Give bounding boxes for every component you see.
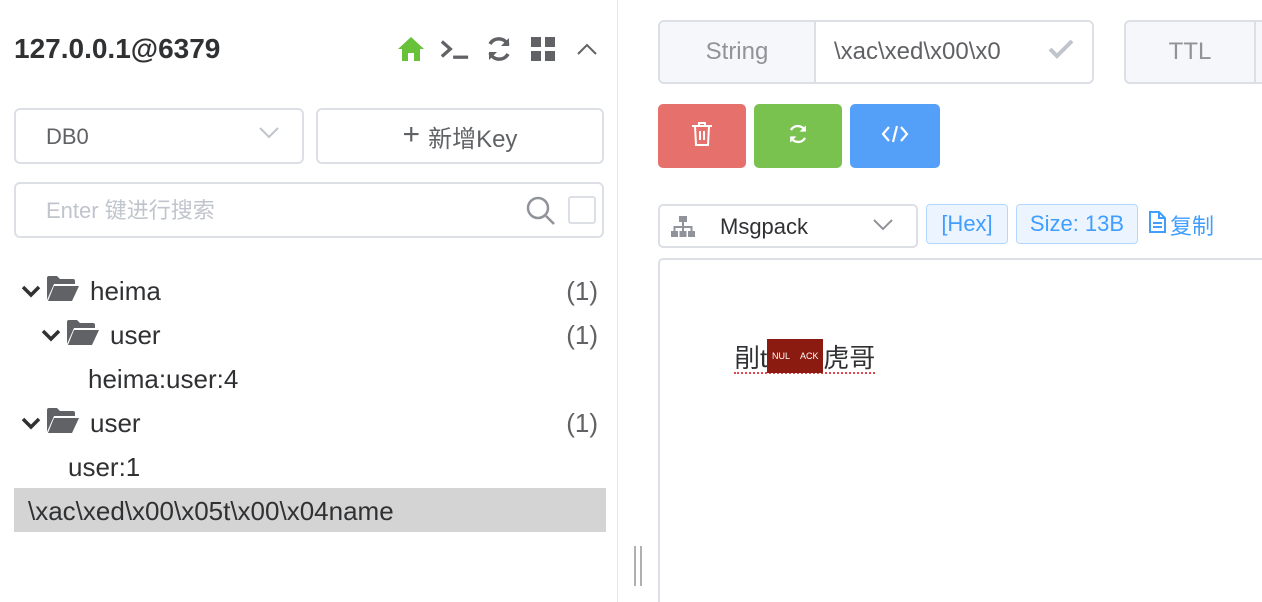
tree-label: heima:user:4 (88, 364, 239, 394)
chevron-up-icon[interactable] (572, 34, 602, 64)
chevron-down-icon[interactable] (20, 410, 42, 441)
new-key-button[interactable]: + 新增Key (316, 108, 604, 164)
home-icon[interactable] (396, 34, 426, 64)
code-icon (881, 124, 909, 149)
tree-label: user:1 (68, 452, 141, 482)
terminal-icon[interactable] (440, 34, 470, 64)
tree-count: (1) (566, 276, 598, 306)
tree-key-heima-user-4[interactable]: heima:user:4 (14, 356, 606, 400)
value-prefix: 剈t (734, 342, 768, 373)
tree-folder-user[interactable]: user (1) (14, 400, 606, 444)
folder-open-icon (46, 274, 80, 309)
chevron-down-icon (872, 218, 894, 237)
hex-tag[interactable]: [Hex] (926, 204, 1008, 244)
db-select[interactable]: DB0 (14, 108, 304, 164)
format-select[interactable]: Msgpack (658, 204, 918, 248)
tree-key-selected[interactable]: \xac\xed\x00\x05t\x00\x04name (14, 488, 606, 532)
tree-folder-heima[interactable]: heima (1) (14, 268, 606, 312)
document-icon (1148, 211, 1166, 239)
new-key-label: 新增Key (428, 125, 518, 153)
chevron-down-icon[interactable] (20, 278, 42, 309)
hierarchy-icon (670, 215, 696, 244)
value-suffix: 虎哥 (823, 342, 876, 373)
check-icon[interactable] (1048, 38, 1074, 65)
trash-icon (691, 121, 713, 151)
control-char-ack: ACK (799, 351, 819, 361)
search-input[interactable] (46, 197, 506, 225)
ttl-field[interactable]: TTL (1124, 20, 1262, 84)
control-char-badge: NUL ACK (767, 339, 824, 373)
refresh-icon (787, 123, 809, 150)
panel-resize-handle[interactable] (634, 546, 642, 586)
key-name-input[interactable]: \xac\xed\x00\x0 (834, 38, 1024, 68)
refresh-key-button[interactable] (754, 104, 842, 168)
tree-count: (1) (566, 320, 598, 350)
search-icon[interactable] (526, 196, 556, 231)
folder-open-icon (66, 318, 100, 353)
db-select-value: DB0 (46, 124, 89, 149)
chevron-down-icon (258, 126, 280, 145)
copy-label: 复制 (1170, 214, 1215, 239)
tree-label: user (90, 408, 141, 438)
chevron-down-icon[interactable] (40, 322, 62, 353)
grid-icon[interactable] (528, 34, 558, 64)
size-tag: Size: 13B (1016, 204, 1138, 244)
tree-count: (1) (566, 408, 598, 438)
tree-folder-user[interactable]: user (1) (14, 312, 606, 356)
left-panel: 127.0.0.1@6379 DB0 + 新增Key Enter 键进行搜索 h… (0, 0, 618, 602)
key-type-label: String (660, 22, 816, 82)
control-char-nul: NUL (771, 351, 790, 361)
tree-label: heima (90, 276, 161, 306)
tree-key-user-1[interactable]: user:1 (14, 444, 606, 488)
plus-icon: + (402, 117, 421, 151)
refresh-icon[interactable] (484, 34, 514, 64)
tree-label: \xac\xed\x00\x05t\x00\x04name (28, 496, 394, 526)
copy-button[interactable]: 复制 (1148, 210, 1214, 240)
folder-open-icon (46, 406, 80, 441)
key-type-and-name: String \xac\xed\x00\x0 (658, 20, 1094, 84)
search-box (14, 182, 604, 238)
exact-search-checkbox[interactable] (568, 196, 596, 224)
tree-label: user (110, 320, 161, 350)
value-editor[interactable]: 剈t NUL ACK 虎哥 (658, 258, 1262, 602)
value-content[interactable]: 剈t NUL ACK 虎哥 (734, 339, 876, 374)
format-select-value: Msgpack (720, 214, 809, 239)
connection-toolbar (396, 34, 602, 64)
delete-key-button[interactable] (658, 104, 746, 168)
connection-title: 127.0.0.1@6379 (14, 33, 221, 64)
ttl-label: TTL (1126, 22, 1256, 82)
code-view-button[interactable] (850, 104, 940, 168)
